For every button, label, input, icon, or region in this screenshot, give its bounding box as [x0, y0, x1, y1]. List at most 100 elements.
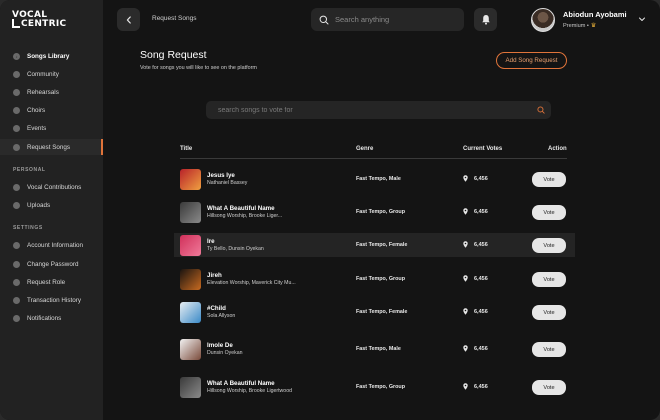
vote-button[interactable]: Vote	[532, 380, 566, 395]
sidebar-item-choirs[interactable]: Choirs	[0, 102, 103, 118]
sidebar-item-label: Community	[27, 70, 59, 78]
choir-icon	[13, 106, 20, 114]
song-artist: Elevation Worship, Maverick City Mu...	[207, 280, 296, 286]
section-label-personal: PERSONAL	[13, 167, 46, 173]
location-pin-icon	[463, 275, 468, 282]
vote-button[interactable]: Vote	[532, 305, 566, 320]
song-title: Imole De	[207, 342, 233, 349]
sidebar-item-request-songs[interactable]: Request Songs	[0, 139, 103, 155]
sidebar-item-account-information[interactable]: Account Information	[0, 237, 103, 253]
table-row[interactable]: Jesus Iye Nathaniel Bassey Fast Tempo, Mal…	[174, 167, 575, 191]
song-artist: Hillsong Worship, Brooke Ligertwood	[207, 388, 292, 394]
sidebar-item-label: Change Password	[27, 260, 79, 268]
app-logo[interactable]: VOCAL CENTRIC	[12, 9, 72, 29]
search-icon	[319, 15, 329, 24]
sidebar-item-label: Uploads	[27, 201, 51, 209]
song-artist: Nathaniel Bassey	[207, 180, 248, 186]
vote-count: 6,456	[463, 175, 488, 182]
calendar-icon	[13, 124, 20, 132]
user-name: Abiodun Ayobami	[563, 10, 627, 19]
search-input[interactable]	[335, 15, 455, 24]
column-header-genre: Genre	[356, 146, 374, 152]
vote-count: 6,456	[463, 275, 488, 282]
notifications-button[interactable]	[474, 8, 497, 31]
location-pin-icon	[463, 241, 468, 248]
community-icon	[13, 70, 20, 78]
sidebar-item-label: Request Songs	[27, 143, 71, 151]
vote-count: 6,456	[463, 308, 488, 315]
sidebar-item-label: Request Role	[27, 278, 66, 286]
global-search[interactable]	[311, 8, 464, 31]
song-title: Ire	[207, 238, 215, 245]
song-artist: Sola Allyson	[207, 313, 236, 319]
song-cover-image	[180, 169, 201, 190]
song-cover-image	[180, 377, 201, 398]
song-genre: Fast Tempo, Female	[356, 309, 408, 315]
location-pin-icon	[463, 208, 468, 215]
song-title: What A Beautiful Name	[207, 205, 275, 212]
vote-button[interactable]: Vote	[532, 172, 566, 187]
song-artist: Ty Bello, Dunsin Oyekan	[207, 246, 264, 252]
sidebar-item-transaction-history[interactable]: Transaction History	[0, 292, 103, 308]
column-header-title: Title	[180, 146, 193, 152]
location-pin-icon	[463, 383, 468, 390]
song-title: Jesus Iye	[207, 172, 235, 179]
table-row[interactable]: What A Beautiful Name Hillsong Worship, B…	[174, 375, 575, 399]
sidebar-item-community[interactable]: Community	[0, 66, 103, 82]
song-cover-image	[180, 269, 201, 290]
crown-icon: ♛	[590, 23, 597, 29]
vote-button[interactable]: Vote	[532, 238, 566, 253]
sidebar-item-change-password[interactable]: Change Password	[0, 256, 103, 272]
location-pin-icon	[463, 308, 468, 315]
song-artist: Dunsin Oyekan	[207, 350, 243, 356]
song-title: Jireh	[207, 272, 222, 279]
page-title: Song Request	[140, 49, 207, 61]
avatar[interactable]	[531, 8, 555, 32]
chevron-left-icon	[126, 15, 131, 24]
bell-icon	[13, 314, 20, 322]
vote-count: 6,456	[463, 208, 488, 215]
table-row[interactable]: Jireh Elevation Worship, Maverick City Mu…	[174, 267, 575, 291]
sidebar-item-songs-library[interactable]: ♪ Songs Library	[0, 48, 103, 64]
song-cover-image	[180, 235, 201, 256]
sidebar-item-vocal-contributions[interactable]: Vocal Contributions	[0, 179, 103, 195]
sidebar-item-label: Choirs	[27, 106, 46, 114]
song-genre: Fast Tempo, Group	[356, 276, 406, 282]
song-search[interactable]	[206, 101, 551, 119]
sidebar-item-uploads[interactable]: Uploads	[0, 197, 103, 213]
song-artist: Hillsong Worship, Brooke Liger...	[207, 213, 283, 219]
back-button[interactable]	[117, 8, 140, 31]
lock-icon	[13, 260, 20, 268]
sidebar-item-rehearsals[interactable]: Rehearsals	[0, 84, 103, 100]
table-row[interactable]: #Child Sola Allyson Fast Tempo, Female 6,45…	[174, 300, 575, 324]
sidebar-item-request-role[interactable]: Request Role	[0, 274, 103, 290]
rehearsal-icon	[13, 88, 20, 96]
vote-button[interactable]: Vote	[532, 342, 566, 357]
logo-line2: CENTRIC	[21, 19, 67, 29]
song-search-input[interactable]	[218, 106, 518, 114]
request-icon	[13, 143, 20, 151]
vote-button[interactable]: Vote	[532, 205, 566, 220]
sidebar-item-label: Rehearsals	[27, 88, 59, 96]
sidebar-item-events[interactable]: Events	[0, 120, 103, 136]
vote-button[interactable]: Vote	[532, 272, 566, 287]
sidebar-item-notifications[interactable]: Notifications	[0, 310, 103, 326]
table-row[interactable]: What A Beautiful Name Hillsong Worship, B…	[174, 200, 575, 224]
vote-count-value: 6,456	[474, 175, 488, 182]
song-genre: Fast Tempo, Group	[356, 384, 406, 390]
user-tier: Premium • ♛	[563, 22, 597, 30]
vote-count-value: 6,456	[474, 208, 488, 215]
add-song-request-button[interactable]: Add Song Request	[496, 52, 567, 69]
search-icon	[537, 106, 545, 114]
table-row[interactable]: Imole De Dunsin Oyekan Fast Tempo, Male 6,4…	[174, 337, 575, 361]
song-title: What A Beautiful Name	[207, 380, 275, 387]
vote-count-value: 6,456	[474, 308, 488, 315]
song-genre: Fast Tempo, Male	[356, 346, 401, 352]
location-pin-icon	[463, 175, 468, 182]
chevron-down-icon[interactable]	[638, 15, 646, 23]
breadcrumb: Request Songs	[152, 15, 197, 22]
role-icon	[13, 278, 20, 286]
table-row[interactable]: Ire Ty Bello, Dunsin Oyekan Fast Tempo, Fe…	[174, 233, 575, 257]
history-icon	[13, 296, 20, 304]
song-cover-image	[180, 202, 201, 223]
